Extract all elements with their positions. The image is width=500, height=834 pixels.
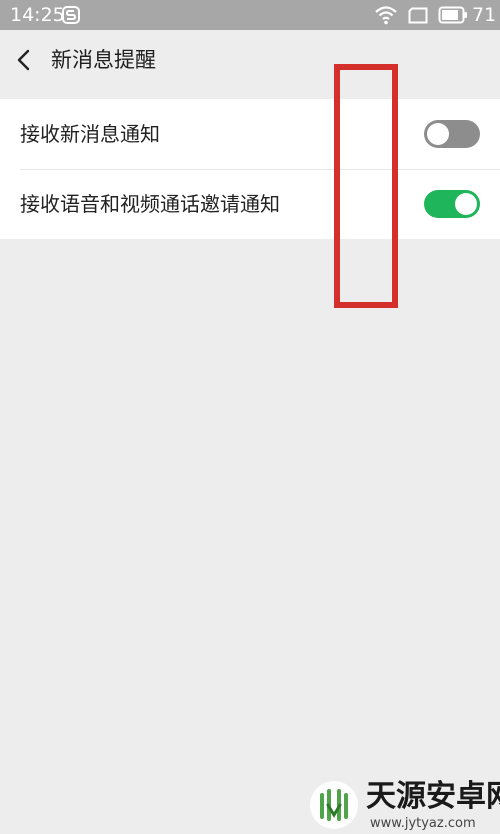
toggle-knob [427, 123, 449, 145]
s-app-icon [62, 6, 80, 24]
header-bar: 新消息提醒 [0, 30, 500, 90]
setting-label-new-message: 接收新消息通知 [20, 122, 160, 146]
highlight-annotation-box [334, 64, 398, 308]
battery-level: 71 [472, 4, 497, 26]
status-time: 14:25 [10, 4, 65, 26]
page-title: 新消息提醒 [51, 48, 156, 72]
new-message-toggle[interactable] [424, 120, 480, 148]
setting-label-call-invite: 接收语音和视频通话邀请通知 [20, 192, 280, 216]
screen-rotate-icon [408, 7, 428, 24]
wifi-icon [374, 5, 398, 25]
toggle-knob [455, 193, 477, 215]
watermark-url: www.jytyaz.com [370, 816, 476, 831]
android-logo-icon [306, 778, 362, 830]
call-invite-toggle[interactable] [424, 190, 480, 218]
status-bar: 14:25 71 [0, 0, 500, 30]
back-button[interactable] [10, 44, 40, 76]
setting-row-call-invite: 接收语音和视频通话邀请通知 [0, 169, 500, 239]
chevron-left-icon [17, 49, 30, 71]
setting-row-new-message: 接收新消息通知 [0, 99, 500, 169]
watermark-title: 天源安卓网 [366, 779, 500, 814]
site-watermark: 天源安卓网 www.jytyaz.com [306, 778, 500, 833]
settings-list: 接收新消息通知 接收语音和视频通话邀请通知 [0, 99, 500, 239]
battery-icon [438, 6, 468, 24]
